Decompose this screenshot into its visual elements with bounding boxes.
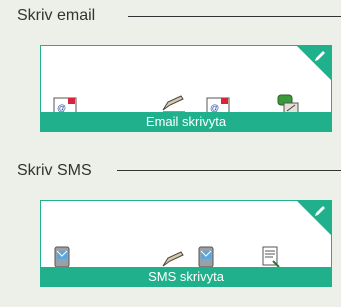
- pen-writing-icon: [162, 95, 185, 113]
- pencil-icon[interactable]: [313, 204, 327, 218]
- pencil-icon[interactable]: [313, 49, 327, 63]
- section-divider: [117, 170, 341, 171]
- section-title-sms: Skriv SMS: [17, 162, 100, 180]
- card-label: SMS skrivyta: [41, 267, 331, 286]
- mobile-message-icon: [54, 246, 70, 268]
- card-label: Email skrivyta: [41, 112, 331, 131]
- sms-writing-area-card[interactable]: SMS skrivyta: [40, 200, 332, 287]
- email-writing-area-card[interactable]: @ @ Email skrivyta: [40, 45, 332, 132]
- section-title-email: Skriv email: [17, 7, 104, 25]
- document-icon: [262, 246, 280, 268]
- section-divider: [128, 16, 341, 17]
- mobile-message-icon: [198, 246, 214, 268]
